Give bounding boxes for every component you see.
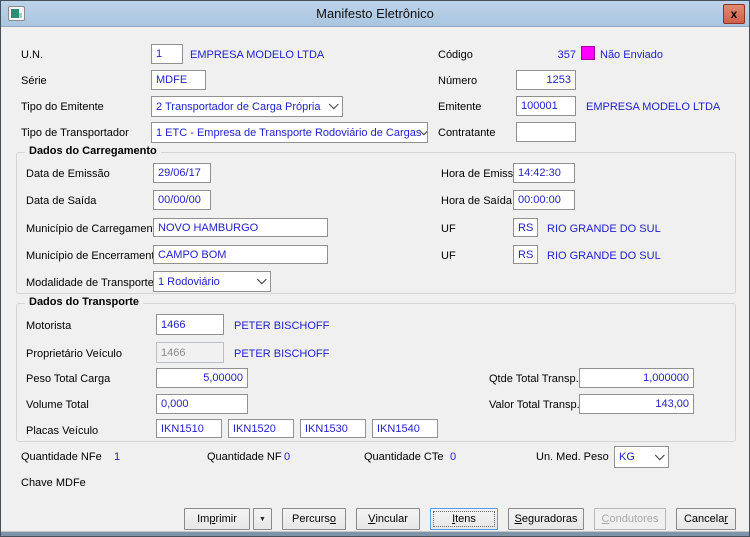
valor-total-field[interactable]: 143,00 [579, 394, 694, 414]
data-saida-label: Data de Saída [26, 195, 96, 207]
tipo-transportador-select[interactable]: 1 ETC - Empresa de Transporte Rodoviário… [151, 122, 428, 143]
modalidade-value: 1 Rodoviário [158, 276, 220, 288]
motorista-field[interactable]: 1466 [156, 314, 224, 335]
contratante-field[interactable] [516, 122, 576, 142]
imprimir-dropdown-button[interactable]: ▼ [253, 508, 272, 530]
quantidade-cte-label: Quantidade CTe [364, 451, 444, 463]
peso-total-label: Peso Total Carga [26, 373, 110, 385]
tipo-emitente-label: Tipo do Emitente [21, 101, 104, 113]
qtde-total-label: Qtde Total Transp. [489, 373, 579, 385]
uf-encerramento-description: RIO GRANDE DO SUL [547, 250, 661, 262]
tipo-transportador-value: 1 ETC - Empresa de Transporte Rodoviário… [156, 127, 421, 139]
un-label: U.N. [21, 49, 43, 61]
titlebar: Manifesto Eletrônico x [1, 1, 749, 27]
window-title: Manifesto Eletrônico [1, 6, 749, 21]
qtde-total-field[interactable]: 1,000000 [579, 368, 694, 388]
chave-mdfe-label: Chave MDFe [21, 477, 86, 489]
status-badge: Não Enviado [600, 49, 663, 61]
manifesto-eletronico-dialog: Manifesto Eletrônico x U.N. 1 EMPRESA MO… [0, 0, 750, 537]
close-icon[interactable]: x [723, 4, 745, 24]
dados-carregamento-title: Dados do Carregamento [25, 145, 161, 157]
municipio-carregamento-label: Município de Carregamento [26, 223, 162, 235]
placa-field-1[interactable]: IKN1510 [156, 419, 222, 438]
un-med-peso-value: KG [619, 451, 635, 463]
uf-encerramento-label: UF [441, 250, 456, 262]
hora-emissao-field[interactable]: 14:42:30 [513, 163, 575, 183]
un-description: EMPRESA MODELO LTDA [190, 49, 324, 61]
modalidade-label: Modalidade de Transporte [26, 277, 154, 289]
uf-carregamento-description: RIO GRANDE DO SUL [547, 223, 661, 235]
serie-label: Série [21, 75, 47, 87]
chevron-down-icon [257, 274, 267, 284]
serie-field[interactable]: MDFE [151, 70, 206, 90]
valor-total-label: Valor Total Transp. [489, 399, 580, 411]
vincular-button[interactable]: Vincular [356, 508, 420, 530]
tipo-emitente-select[interactable]: 2 Transportador de Carga Própria [151, 96, 343, 117]
quantidade-nfe-label: Quantidade NFe [21, 451, 102, 463]
chevron-down-icon [329, 99, 339, 109]
uf-encerramento-field[interactable]: RS [513, 245, 538, 264]
modalidade-select[interactable]: 1 Rodoviário [153, 271, 271, 292]
window-bottom-frame [1, 531, 749, 536]
imprimir-button[interactable]: Imprimir [184, 508, 250, 530]
peso-total-field[interactable]: 5,00000 [156, 368, 248, 388]
placa-field-3[interactable]: IKN1530 [300, 419, 366, 438]
data-emissao-field[interactable]: 29/06/17 [153, 163, 211, 183]
proprietario-label: Proprietário Veículo [26, 348, 122, 360]
motorista-label: Motorista [26, 320, 71, 332]
volume-total-label: Volume Total [26, 399, 89, 411]
motorista-description: PETER BISCHOFF [234, 320, 329, 332]
quantidade-cte-value: 0 [450, 451, 456, 463]
placas-label: Placas Veículo [26, 425, 98, 437]
tipo-emitente-value: 2 Transportador de Carga Própria [156, 101, 320, 113]
placa-field-4[interactable]: IKN1540 [372, 419, 438, 438]
volume-total-field[interactable]: 0,000 [156, 394, 248, 414]
hora-saida-label: Hora de Saída [441, 195, 512, 207]
hora-saida-field[interactable]: 00:00:00 [513, 190, 575, 210]
quantidade-nfe-value: 1 [114, 451, 120, 463]
condutores-button: Condutores [594, 508, 666, 530]
uf-carregamento-label: UF [441, 223, 456, 235]
quantidade-nf-value: 0 [284, 451, 290, 463]
proprietario-field: 1466 [156, 342, 224, 363]
data-saida-field[interactable]: 00/00/00 [153, 190, 211, 210]
seguradoras-button[interactable]: Seguradoras [508, 508, 584, 530]
data-emissao-label: Data de Emissão [26, 168, 110, 180]
chevron-down-icon [655, 450, 665, 460]
dropdown-arrow-icon: ▼ [259, 516, 266, 523]
uf-carregamento-field[interactable]: RS [513, 218, 538, 237]
municipio-carregamento-field[interactable]: NOVO HAMBURGO [153, 218, 328, 237]
un-med-peso-label: Un. Med. Peso [536, 451, 609, 463]
emitente-description: EMPRESA MODELO LTDA [586, 101, 720, 113]
municipio-encerramento-field[interactable]: CAMPO BOM [153, 245, 328, 264]
cancelar-button[interactable]: Cancelar [676, 508, 736, 530]
un-field[interactable]: 1 [151, 44, 183, 64]
percurso-button[interactable]: Percurso [282, 508, 346, 530]
emitente-label: Emitente [438, 101, 481, 113]
contratante-label: Contratante [438, 127, 495, 139]
proprietario-description: PETER BISCHOFF [234, 348, 329, 360]
status-color-square [581, 46, 595, 60]
municipio-encerramento-label: Município de Encerramento [26, 250, 161, 262]
dados-transporte-title: Dados do Transporte [25, 296, 143, 308]
itens-button[interactable]: Itens [430, 508, 498, 530]
emitente-field[interactable]: 100001 [516, 96, 576, 116]
tipo-transportador-label: Tipo de Transportador [21, 127, 129, 139]
codigo-value: 357 [531, 49, 576, 61]
codigo-label: Código [438, 49, 473, 61]
placa-field-2[interactable]: IKN1520 [228, 419, 294, 438]
quantidade-nf-label: Quantidade NF [207, 451, 282, 463]
numero-field[interactable]: 1253 [516, 70, 576, 90]
un-med-peso-select[interactable]: KG [614, 446, 669, 468]
numero-label: Número [438, 75, 477, 87]
